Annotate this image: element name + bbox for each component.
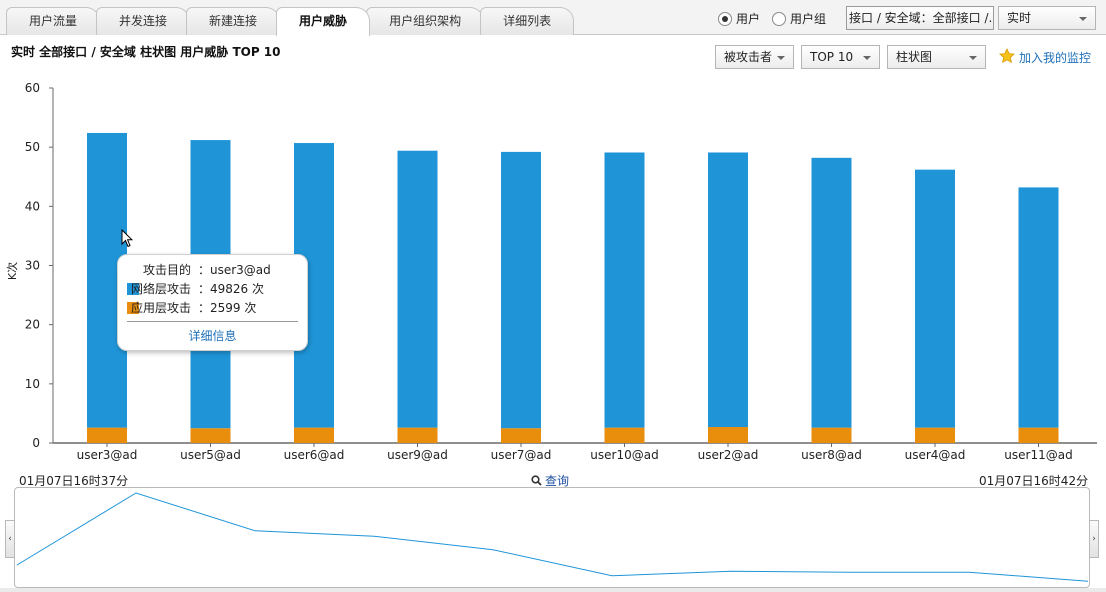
x-tick-label: user5@ad bbox=[180, 448, 241, 462]
bar-network-user9@ad bbox=[397, 150, 438, 428]
x-tick-label: user8@ad bbox=[801, 448, 862, 462]
y-tick-label: 40 bbox=[25, 199, 40, 213]
bar-network-user4@ad bbox=[915, 169, 955, 428]
tab-concurrent-connections[interactable]: 并发连接 bbox=[96, 7, 191, 35]
x-tick-label: user10@ad bbox=[590, 448, 658, 462]
x-tick-label: user9@ad bbox=[387, 448, 448, 462]
time-mode-value: 实时 bbox=[1007, 11, 1032, 25]
tab-new-connections[interactable]: 新建连接 bbox=[186, 7, 281, 35]
bar-network-user11@ad bbox=[1018, 187, 1059, 428]
x-tick-label: user4@ad bbox=[905, 448, 966, 462]
bar-application-user8@ad bbox=[811, 427, 852, 443]
bar-application-user9@ad bbox=[397, 427, 438, 443]
y-tick-label: 0 bbox=[32, 436, 40, 450]
tooltip-network-label: 网络层攻击 bbox=[130, 282, 191, 296]
time-mode-select[interactable]: 实时 bbox=[998, 6, 1096, 30]
bar-application-user11@ad bbox=[1018, 427, 1059, 443]
chart-type-select[interactable]: 柱状图 bbox=[887, 45, 986, 69]
tooltip-target-value: ：user3@ad bbox=[198, 263, 271, 277]
bar-application-user4@ad bbox=[915, 427, 955, 443]
radio-user-group-label[interactable]: 用户组 bbox=[790, 10, 826, 27]
search-icon bbox=[531, 475, 542, 486]
overview-line-chart bbox=[16, 492, 1089, 582]
bar-application-user3@ad bbox=[87, 427, 127, 443]
tab-list: 用户流量 并发连接 新建连接 用户威胁 用户组织架构 详细列表 bbox=[6, 7, 575, 36]
x-tick-label: user11@ad bbox=[1004, 448, 1072, 462]
bottom-border bbox=[0, 588, 1106, 592]
mouse-cursor-icon bbox=[121, 229, 133, 248]
y-tick-label: 60 bbox=[25, 81, 40, 95]
top-n-select[interactable]: TOP 10 bbox=[801, 45, 880, 69]
direction-value: 被攻击者 bbox=[724, 50, 773, 64]
bar-application-user2@ad bbox=[708, 427, 748, 443]
chevron-down-icon bbox=[969, 56, 977, 60]
radio-user-group[interactable] bbox=[772, 11, 787, 26]
tooltip-detail-link[interactable]: 详细信息 bbox=[118, 327, 307, 344]
tab-user-traffic[interactable]: 用户流量 bbox=[6, 7, 101, 35]
bar-network-user2@ad bbox=[708, 152, 748, 428]
top-n-value: TOP 10 bbox=[810, 50, 854, 64]
x-tick-label: user6@ad bbox=[284, 448, 345, 462]
navigator-right-handle[interactable]: › bbox=[1089, 520, 1099, 558]
chevron-down-icon bbox=[1079, 17, 1087, 21]
bar-application-user5@ad bbox=[190, 428, 231, 443]
tooltip-divider bbox=[127, 321, 298, 322]
chart-title: 实时 全部接口 / 安全域 柱状图 用户威胁 TOP 10 bbox=[11, 45, 281, 59]
y-tick-label: 50 bbox=[25, 140, 40, 154]
interface-scope-selector[interactable]: 接口 / 安全域：全部接口 /... bbox=[846, 6, 994, 30]
y-tick-label: 10 bbox=[25, 377, 40, 391]
x-tick-label: user7@ad bbox=[491, 448, 552, 462]
bar-application-user7@ad bbox=[501, 428, 541, 443]
tooltip-target-label: 攻击目的 bbox=[142, 263, 191, 277]
view-mode-radio-group: 用户 用户组 bbox=[718, 10, 834, 27]
tooltip-app-label: 应用层攻击 bbox=[130, 301, 191, 315]
tooltip-network-value: ：49826 次 bbox=[198, 282, 264, 296]
chevron-down-icon bbox=[777, 56, 785, 60]
y-axis-label: K次 bbox=[5, 262, 19, 280]
tooltip-app-value: ：2599 次 bbox=[198, 301, 257, 315]
direction-select[interactable]: 被攻击者 bbox=[715, 45, 794, 69]
add-to-monitor-link[interactable]: 加入我的监控 bbox=[1019, 49, 1091, 66]
overview-series-line bbox=[16, 492, 1089, 582]
x-tick-label: user3@ad bbox=[77, 448, 138, 462]
y-tick-label: 30 bbox=[25, 259, 40, 273]
radio-user-label[interactable]: 用户 bbox=[736, 10, 760, 27]
bar-network-user7@ad bbox=[501, 151, 541, 429]
tab-detail-list[interactable]: 详细列表 bbox=[480, 7, 575, 35]
navigator-left-handle[interactable]: ‹ bbox=[5, 520, 15, 558]
star-icon[interactable] bbox=[999, 48, 1015, 64]
y-tick-label: 20 bbox=[25, 318, 40, 332]
bar-network-user8@ad bbox=[811, 157, 852, 428]
tab-user-org-structure[interactable]: 用户组织架构 bbox=[366, 7, 485, 35]
tab-user-threats[interactable]: 用户威胁 bbox=[276, 7, 371, 36]
x-tick-label: user2@ad bbox=[698, 448, 759, 462]
bar-application-user6@ad bbox=[294, 427, 334, 443]
tab-bar: 用户流量 并发连接 新建连接 用户威胁 用户组织架构 详细列表 用户 用户组 接… bbox=[0, 0, 1106, 36]
radio-user[interactable] bbox=[718, 11, 732, 26]
chart-type-value: 柱状图 bbox=[896, 50, 933, 64]
chevron-down-icon bbox=[863, 56, 871, 60]
chart-tooltip: 攻击目的 ：user3@ad 网络层攻击 ：49826 次 应用层攻击 ：259… bbox=[117, 254, 308, 351]
bar-application-user10@ad bbox=[604, 427, 645, 443]
bar-network-user10@ad bbox=[604, 152, 645, 428]
